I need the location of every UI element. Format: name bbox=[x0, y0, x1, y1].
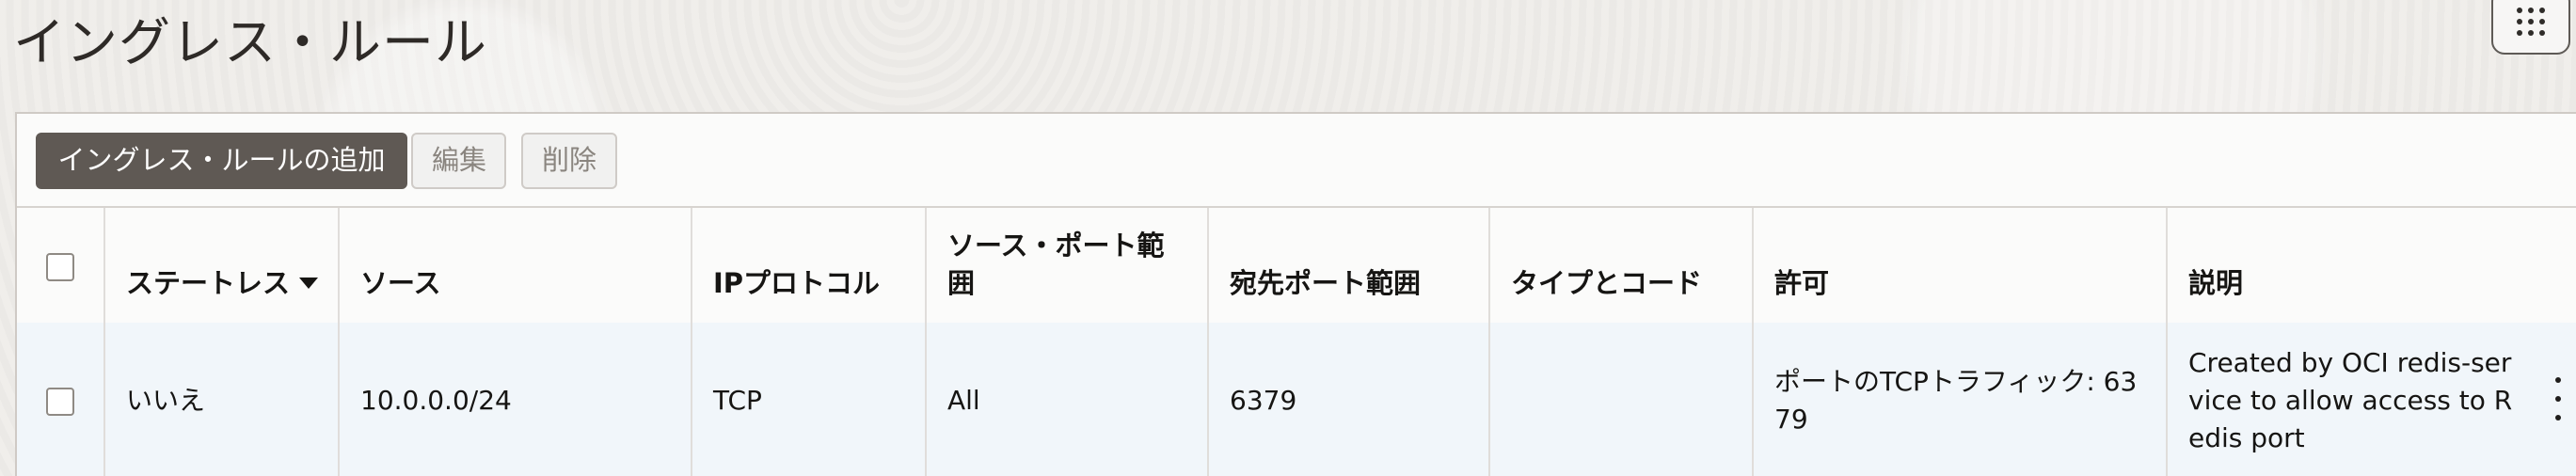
source-port-range-value: All bbox=[947, 384, 980, 416]
add-ingress-rule-button[interactable]: イングレス・ルールの追加 bbox=[36, 133, 407, 189]
sort-down-icon bbox=[299, 278, 319, 289]
stateless-header[interactable]: ステートレス bbox=[126, 264, 321, 302]
description-header-cell: 説明 bbox=[2168, 208, 2576, 323]
source-port-range-header-cell: ソース・ポート範囲 bbox=[927, 208, 1209, 323]
row-checkbox[interactable] bbox=[46, 388, 74, 416]
ip-protocol-cell: TCP bbox=[692, 323, 927, 476]
row-select-cell bbox=[17, 323, 105, 476]
stateless-header-cell[interactable]: ステートレス bbox=[105, 208, 340, 323]
type-and-code-header-label: タイプとコード bbox=[1511, 267, 1703, 299]
description-value: Created by OCI redis-service to allow ac… bbox=[2188, 346, 2513, 453]
ip-protocol-header-cell: IPプロトコル bbox=[692, 208, 927, 323]
destination-port-range-header-label: 宛先ポート範囲 bbox=[1230, 267, 1422, 299]
edit-button[interactable]: 編集 bbox=[411, 133, 506, 189]
table-header-row: ステートレス ソース IPプロトコル ソース・ポート範囲 宛先ポート範囲 タイプ… bbox=[17, 208, 2576, 325]
select-all-header-cell bbox=[17, 208, 105, 323]
allows-value: ポートのTCPトラフィック: 6379 bbox=[1774, 365, 2138, 435]
allows-cell: ポートのTCPトラフィック: 6379 bbox=[1754, 323, 2168, 476]
grid-icon bbox=[2517, 8, 2545, 36]
destination-port-range-header-cell: 宛先ポート範囲 bbox=[1209, 208, 1490, 323]
select-all-checkbox[interactable] bbox=[46, 253, 74, 281]
description-header-label: 説明 bbox=[2188, 267, 2244, 299]
stateless-cell: いいえ bbox=[105, 323, 340, 476]
source-port-range-header-label: ソース・ポート範囲 bbox=[947, 230, 1165, 299]
source-port-range-cell: All bbox=[927, 323, 1209, 476]
toolbar: イングレス・ルールの追加 編集 削除 bbox=[17, 114, 2576, 208]
destination-port-range-cell: 6379 bbox=[1209, 323, 1490, 476]
ip-protocol-value: TCP bbox=[713, 384, 762, 416]
source-cell: 10.0.0.0/24 bbox=[340, 323, 692, 476]
destination-port-range-value: 6379 bbox=[1230, 384, 1297, 416]
source-value: 10.0.0.0/24 bbox=[360, 384, 512, 416]
page-title: イングレス・ルール bbox=[13, 12, 488, 72]
delete-button[interactable]: 削除 bbox=[521, 133, 617, 189]
source-header-cell: ソース bbox=[340, 208, 692, 323]
app-launcher-button[interactable] bbox=[2491, 0, 2570, 55]
allows-header-cell: 許可 bbox=[1754, 208, 2168, 323]
stateless-value: いいえ bbox=[126, 384, 206, 416]
type-and-code-header-cell: タイプとコード bbox=[1490, 208, 1754, 323]
table-row[interactable]: いいえ 10.0.0.0/24 TCP All 6379 ポートのTCPトラフィ… bbox=[17, 323, 2576, 476]
source-header-label: ソース bbox=[360, 267, 441, 299]
kebab-menu-icon[interactable] bbox=[2552, 377, 2564, 420]
ingress-rules-panel: イングレス・ルールの追加 編集 削除 ステートレス ソース IPプロトコル ソー… bbox=[15, 112, 2576, 476]
kebab-dot-bottom bbox=[2555, 415, 2561, 420]
kebab-dot-top bbox=[2555, 377, 2561, 383]
type-and-code-cell bbox=[1490, 323, 1754, 476]
ip-protocol-header-label: IPプロトコル bbox=[713, 267, 881, 299]
kebab-dot-middle bbox=[2555, 396, 2561, 402]
allows-header-label: 許可 bbox=[1774, 267, 1830, 299]
stateless-header-label: ステートレス bbox=[126, 267, 291, 299]
description-cell: Created by OCI redis-service to allow ac… bbox=[2168, 323, 2576, 476]
